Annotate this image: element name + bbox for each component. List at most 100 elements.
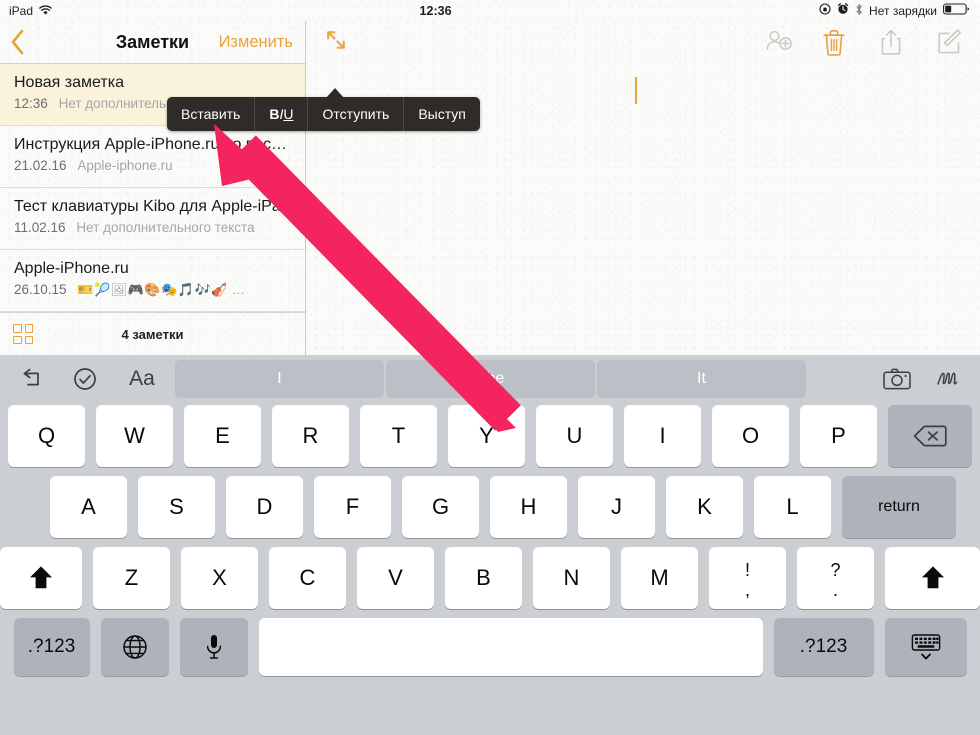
note-editor (306, 21, 980, 355)
battery-icon (943, 3, 970, 18)
key-u[interactable]: U (536, 405, 613, 467)
list-item[interactable]: Инструкция Apple-iPhone.ru по восстановл… (0, 126, 305, 188)
key-l[interactable]: L (754, 476, 831, 538)
keyboard-row-3: Z X C V B N M ! , ? . (0, 547, 980, 609)
note-date: 26.10.15 (14, 282, 67, 297)
prediction-item[interactable]: I (175, 360, 384, 398)
text-cursor (635, 77, 637, 104)
note-title: Apple-iPhone.ru (14, 260, 129, 277)
trash-icon[interactable] (822, 28, 852, 57)
note-snippet: Apple-iphone.ru (77, 158, 173, 173)
key-s[interactable]: S (138, 476, 215, 538)
key-p[interactable]: P (800, 405, 877, 467)
status-bar-time: 12:36 (419, 3, 452, 18)
key-y[interactable]: Y (448, 405, 525, 467)
grid-view-icon[interactable] (13, 324, 33, 344)
key-w[interactable]: W (96, 405, 173, 467)
wifi-icon (39, 5, 52, 16)
note-title: Тест клавиатуры Kibo для Apple-iPad (14, 198, 290, 215)
editor-navbar (306, 21, 980, 64)
list-item[interactable]: Apple-iPhone.ru 26.10.15 🎫🎾🖼🎮🎨🎭🎵🎶🎻 … (0, 250, 305, 312)
key-b[interactable]: B (445, 547, 522, 609)
note-title: Новая заметка (14, 74, 124, 91)
checkmark-circle-icon[interactable] (70, 365, 100, 393)
status-bar-left: iPad (0, 4, 52, 18)
list-item[interactable]: Тест клавиатуры Kibo для Apple-iPad 11.0… (0, 188, 305, 250)
rotation-lock-icon (819, 3, 831, 18)
key-r[interactable]: R (272, 405, 349, 467)
edit-button[interactable]: Изменить (219, 33, 305, 52)
key-k[interactable]: K (666, 476, 743, 538)
note-date: 12:36 (14, 96, 48, 111)
undo-icon[interactable] (16, 365, 46, 393)
hide-keyboard-icon[interactable] (884, 618, 967, 676)
globe-icon[interactable] (100, 618, 169, 676)
prediction-item[interactable]: It (597, 360, 806, 398)
format-aa-button[interactable]: Aa (124, 365, 160, 393)
keyboard-toolbar: Aa I The It (0, 355, 980, 403)
backspace-icon[interactable] (888, 405, 972, 467)
shift-icon-right[interactable] (885, 547, 980, 609)
key-j[interactable]: J (578, 476, 655, 538)
note-meta: 21.02.16 Apple-iphone.ru (14, 156, 293, 176)
key-h[interactable]: H (490, 476, 567, 538)
key-exclam-comma[interactable]: ! , (709, 547, 786, 609)
shift-icon-left[interactable] (0, 547, 82, 609)
key-f[interactable]: F (314, 476, 391, 538)
handwriting-icon[interactable] (934, 365, 964, 393)
share-icon[interactable] (879, 28, 909, 57)
key-question-label: ? (830, 559, 841, 580)
key-i[interactable]: I (624, 405, 701, 467)
key-question-period[interactable]: ? . (797, 547, 874, 609)
onscreen-keyboard: Aa I The It Q W E R T Y U I O P A S D F … (0, 355, 980, 735)
expand-arrows-icon[interactable] (325, 29, 347, 51)
keyboard-row-4: .?123 .?123 (0, 618, 980, 676)
prediction-bar: I The It (175, 360, 806, 398)
numeric-key-right[interactable]: .?123 (773, 618, 874, 676)
key-n[interactable]: N (533, 547, 610, 609)
battery-status-label: Нет зарядки (869, 3, 937, 18)
key-e[interactable]: E (184, 405, 261, 467)
numeric-key-left[interactable]: .?123 (13, 618, 90, 676)
status-bar-right: Нет зарядки (819, 3, 980, 19)
bold-label: B (269, 106, 280, 122)
key-m[interactable]: M (621, 547, 698, 609)
return-key[interactable]: return (842, 476, 956, 538)
note-snippet: 🎫🎾🖼🎮🎨🎭🎵🎶🎻 … (77, 282, 246, 297)
key-z[interactable]: Z (93, 547, 170, 609)
key-g[interactable]: G (402, 476, 479, 538)
bluetooth-icon (855, 3, 863, 19)
note-meta: 26.10.15 🎫🎾🖼🎮🎨🎭🎵🎶🎻 … (14, 280, 293, 300)
key-comma-label: , (744, 579, 750, 600)
status-bar: iPad 12:36 Нет зарядки (0, 0, 980, 21)
device-label: iPad (9, 3, 34, 18)
context-menu: Вставить BIU Отступить Выступ (167, 97, 480, 131)
chevron-left-icon[interactable] (0, 29, 34, 55)
keyboard-row-2: A S D F G H J K L return (0, 476, 980, 538)
indent-menu-item[interactable]: Отступить (308, 97, 405, 131)
camera-icon[interactable] (882, 365, 912, 393)
note-date: 11.02.16 (14, 220, 66, 235)
note-title: Инструкция Apple-iPhone.ru по восстановл… (14, 136, 293, 153)
key-period-label: . (832, 579, 838, 600)
outdent-menu-item[interactable]: Выступ (404, 97, 480, 131)
key-t[interactable]: T (360, 405, 437, 467)
editor-toolbar (765, 28, 966, 57)
format-biu-menu-item[interactable]: BIU (255, 97, 309, 131)
key-q[interactable]: Q (8, 405, 85, 467)
paste-menu-item[interactable]: Вставить (167, 97, 256, 131)
key-a[interactable]: A (50, 476, 127, 538)
compose-icon[interactable] (936, 28, 966, 57)
key-o[interactable]: O (712, 405, 789, 467)
key-d[interactable]: D (226, 476, 303, 538)
key-exclam-label: ! (744, 559, 750, 580)
key-c[interactable]: C (269, 547, 346, 609)
notes-sidebar: Заметки Изменить Новая заметка 12:36 Нет… (0, 21, 306, 355)
microphone-icon[interactable] (179, 618, 248, 676)
add-person-icon[interactable] (765, 28, 795, 57)
space-key[interactable] (258, 618, 763, 676)
key-x[interactable]: X (181, 547, 258, 609)
prediction-item[interactable]: The (386, 360, 595, 398)
sidebar-navbar: Заметки Изменить (0, 21, 305, 64)
key-v[interactable]: V (357, 547, 434, 609)
